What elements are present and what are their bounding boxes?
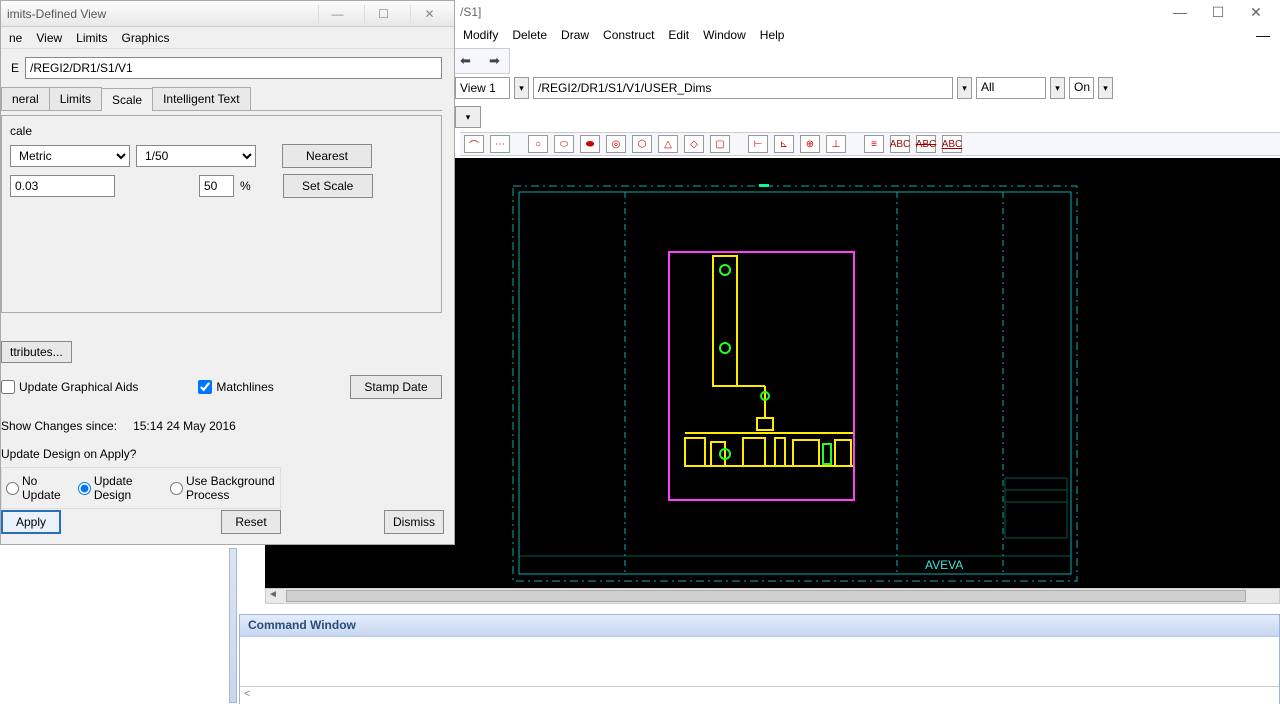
menu-edit[interactable]: Edit <box>668 28 689 42</box>
tab-scale[interactable]: Scale <box>101 88 153 111</box>
tab-general[interactable]: neral <box>1 87 50 110</box>
dlg-menu-view[interactable]: View <box>36 31 62 45</box>
dim-radial-icon[interactable]: ⊕ <box>800 135 820 153</box>
menu-window[interactable]: Window <box>703 28 746 42</box>
apply-button[interactable]: Apply <box>1 510 61 534</box>
path-input[interactable] <box>25 57 442 79</box>
update-aids-label: Update Graphical Aids <box>19 380 138 394</box>
update-question: Update Design on Apply? <box>1 447 442 461</box>
state-dropdown-icon[interactable]: ▾ <box>1098 77 1113 99</box>
back-icon[interactable]: ⬅ <box>460 53 471 69</box>
text-abc1-icon[interactable]: ABC <box>890 135 910 153</box>
command-input[interactable]: < <box>240 687 1279 705</box>
scale-label: cale <box>10 124 433 138</box>
no-update-label: No Update <box>22 474 74 502</box>
tool-dropdown-icon[interactable]: ▾ <box>455 106 481 128</box>
menu-help[interactable]: Help <box>760 28 785 42</box>
panel-handle[interactable] <box>229 548 237 703</box>
dim-angular-icon[interactable]: ⊾ <box>774 135 794 153</box>
triangle-icon[interactable]: △ <box>658 135 678 153</box>
percent-symbol: % <box>240 179 251 193</box>
menu-close-icon[interactable]: — <box>1256 27 1280 43</box>
maximize-icon[interactable]: ☐ <box>1206 4 1230 21</box>
set-scale-button[interactable]: Set Scale <box>283 174 373 198</box>
factor-input[interactable] <box>10 175 115 197</box>
stamp-date-button[interactable]: Stamp Date <box>350 375 442 399</box>
view-label: View 1 <box>455 77 510 99</box>
dots-icon[interactable]: ⋯ <box>490 135 510 153</box>
command-window-title: Command Window <box>240 615 1279 637</box>
ratio-select[interactable]: 1/50 <box>136 145 256 167</box>
update-aids-checkbox[interactable] <box>1 380 15 394</box>
unit-select[interactable]: Metric <box>10 145 130 167</box>
menu-delete[interactable]: Delete <box>512 28 547 42</box>
menu-construct[interactable]: Construct <box>603 28 654 42</box>
dismiss-button[interactable]: Dismiss <box>384 510 444 534</box>
circle-icon[interactable]: ○ <box>528 135 548 153</box>
path-dropdown-icon[interactable]: ▾ <box>957 77 972 99</box>
donut-icon[interactable]: ◎ <box>606 135 626 153</box>
text-abc2-icon[interactable]: ABC <box>916 135 936 153</box>
tab-limits[interactable]: Limits <box>49 87 102 110</box>
arc-icon[interactable]: ⌒ <box>464 135 484 153</box>
update-design-label: Update Design <box>94 474 166 502</box>
dim-align-icon[interactable]: ≡ <box>864 135 884 153</box>
diamond-icon[interactable]: ◇ <box>684 135 704 153</box>
dlg-minimize-icon[interactable]: — <box>318 5 356 23</box>
main-title: /S1] <box>460 5 481 19</box>
tab-intelligent-text[interactable]: Intelligent Text <box>152 87 251 110</box>
menu-draw[interactable]: Draw <box>561 28 589 42</box>
scroll-thumb[interactable] <box>286 590 1246 602</box>
square-icon[interactable]: ▢ <box>710 135 730 153</box>
command-window: Command Window < <box>239 614 1280 704</box>
dlg-close-icon[interactable]: ✕ <box>410 5 448 23</box>
update-design-radio[interactable] <box>78 482 91 495</box>
svg-text:AVEVA: AVEVA <box>925 558 963 572</box>
percent-input[interactable] <box>199 175 234 197</box>
filter-value: All <box>976 77 1046 99</box>
dim-ordinate-icon[interactable]: ⊥ <box>826 135 846 153</box>
matchlines-checkbox[interactable] <box>198 380 212 394</box>
nearest-button[interactable]: Nearest <box>282 144 372 168</box>
no-update-radio[interactable] <box>6 482 19 495</box>
forward-icon[interactable]: ➡ <box>489 53 500 69</box>
menu-modify[interactable]: Modify <box>463 28 498 42</box>
path-label: E <box>1 61 19 75</box>
background-label: Use Background Process <box>186 474 276 502</box>
text-abc3-icon[interactable]: ABC <box>942 135 962 153</box>
background-radio[interactable] <box>170 482 183 495</box>
limits-defined-view-dialog: imits-Defined View — ☐ ✕ ne View Limits … <box>0 0 455 545</box>
attributes-button[interactable]: ttributes... <box>1 341 72 363</box>
minimize-icon[interactable]: — <box>1168 4 1192 21</box>
dlg-menu-limits[interactable]: Limits <box>76 31 107 45</box>
dlg-menu-define[interactable]: ne <box>9 31 22 45</box>
dlg-menu-graphics[interactable]: Graphics <box>122 31 170 45</box>
dlg-maximize-icon[interactable]: ☐ <box>364 5 402 23</box>
filter-dropdown-icon[interactable]: ▾ <box>1050 77 1065 99</box>
reset-button[interactable]: Reset <box>221 510 281 534</box>
horizontal-scrollbar[interactable] <box>265 588 1280 604</box>
oval-icon[interactable]: ⬬ <box>580 135 600 153</box>
changes-value: 15:14 24 May 2016 <box>133 419 236 433</box>
ellipse-icon[interactable]: ⬭ <box>554 135 574 153</box>
changes-label: Show Changes since: <box>1 419 117 433</box>
state-value: On <box>1069 77 1094 99</box>
view-path-input[interactable] <box>533 77 953 99</box>
hexagon-icon[interactable]: ⬡ <box>632 135 652 153</box>
command-output <box>240 637 1279 687</box>
view-dropdown-icon[interactable]: ▾ <box>514 77 529 99</box>
close-icon[interactable]: ✕ <box>1244 4 1268 21</box>
matchlines-label: Matchlines <box>216 380 273 394</box>
dialog-title: imits-Defined View <box>7 7 106 21</box>
dim-linear-icon[interactable]: ⊢ <box>748 135 768 153</box>
